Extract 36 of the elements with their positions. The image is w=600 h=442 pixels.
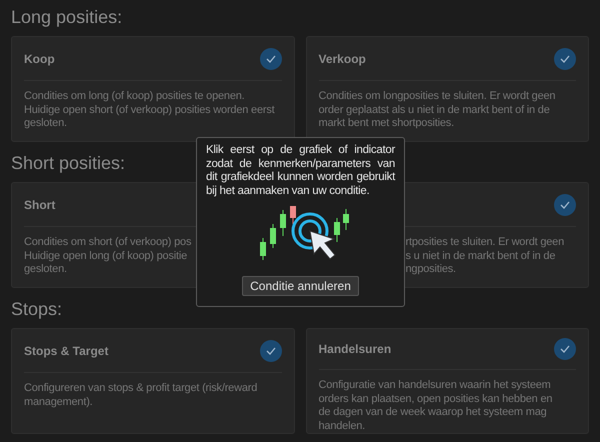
card-description: Configuratie van handelsuren waarin het systeem [318,379,551,392]
card-description: de dagen van de week waarop het systeem mag [318,406,547,420]
card-title: Handelsuren [318,341,392,358]
card-description: orders kan plaatsen, open posities kan hebben en [318,392,552,406]
card-description: markt bent met shortposities. [318,117,454,130]
card-description: gesloten. [24,117,67,130]
check-icon[interactable] [260,48,282,70]
option-card[interactable]: Koop Condities om long (of koop) posities te openen. Huidige open short (of verkoop) posities worden eerst gesloten. [11,36,294,142]
check-icon[interactable] [554,194,576,216]
card-title: Short [24,196,56,214]
card-description: Huidige open short (of verkoop) posities worden eerst [24,104,274,117]
section-heading: Long posities: [11,6,122,28]
option-card[interactable]: Handelsuren Configuratie van handelsuren waarin het systeem orders kan plaatsen, open posities kan hebben en de dagen van de week waarop het systeem mag handelen. [306,328,589,434]
card-description: Huidige open long (of koop) positie [24,250,188,263]
card-description: s u niet in de markt bent of in de [406,250,556,263]
card-description: gesloten. [24,263,67,276]
option-card[interactable]: Verkoop Condities om longposities te sluiten. Er wordt geen order geplaatst als u niet in de markt bent of in de markt bent met shortposities. [306,36,589,142]
card-title: Verkoop [318,50,366,68]
section-heading: Stops: [11,298,62,320]
card-description: Condities om longposities te sluiten. Er wordt geen [318,90,556,104]
card-title: Koop [24,50,55,68]
card-description: Condities om short (of verkoop) pos [24,236,192,250]
card-description: rtposities te sluiten. Er wordt geen [406,236,564,250]
card-title: Stops & Target [24,342,108,360]
section-heading: Short posities: [11,152,126,174]
card-description: handelen. [318,420,366,433]
card-description: ngposities. [406,263,456,276]
check-icon[interactable] [260,340,282,362]
check-icon[interactable] [554,48,576,70]
card-description: Configureren van stops & profit target (risk/reward [24,382,258,396]
card-description: management). [24,396,93,409]
cancel-button[interactable]: Conditie annuleren [242,276,359,296]
card-description: order geplaatst als u niet in de markt bent of in de [318,104,550,117]
check-icon[interactable] [554,338,576,360]
option-card[interactable]: Stops & Target Configureren van stops & profit target (risk/reward management). [11,328,294,434]
card-description: Condities om long (of koop) posities te openen. [24,90,245,104]
